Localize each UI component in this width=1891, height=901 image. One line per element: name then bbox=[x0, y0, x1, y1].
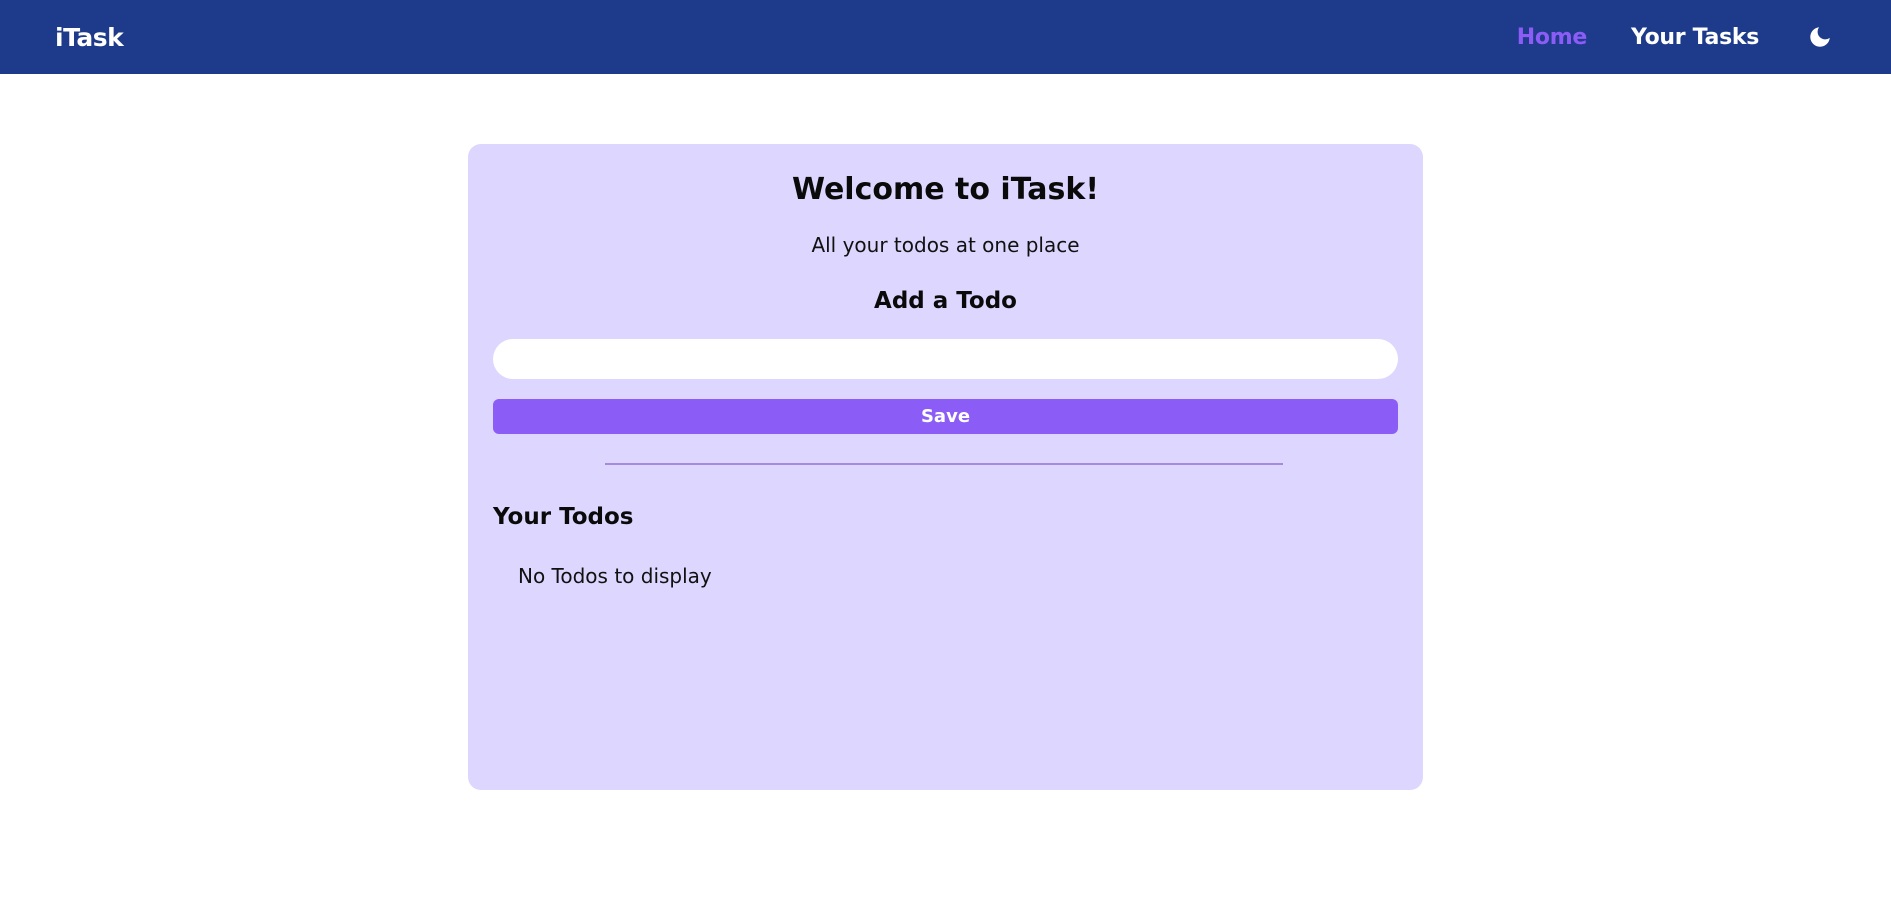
todo-input[interactable] bbox=[493, 339, 1398, 379]
theme-toggle-button[interactable] bbox=[1805, 22, 1835, 52]
nav-links: Home Your Tasks bbox=[1517, 22, 1835, 52]
moon-icon bbox=[1810, 27, 1830, 47]
nav-home-link[interactable]: Home bbox=[1517, 25, 1587, 50]
divider bbox=[605, 463, 1283, 465]
add-todo-heading: Add a Todo bbox=[874, 288, 1017, 314]
brand-logo[interactable]: iTask bbox=[55, 23, 124, 52]
your-todos-heading: Your Todos bbox=[493, 504, 634, 530]
nav-your-tasks-link[interactable]: Your Tasks bbox=[1631, 25, 1759, 50]
page-title: Welcome to iTask! bbox=[791, 172, 1100, 207]
save-button[interactable]: Save bbox=[493, 399, 1398, 434]
empty-todos-message: No Todos to display bbox=[518, 564, 712, 588]
navbar: iTask Home Your Tasks bbox=[0, 0, 1891, 74]
page-subtitle: All your todos at one place bbox=[811, 233, 1080, 257]
todo-card: Welcome to iTask! All your todos at one … bbox=[468, 144, 1423, 790]
